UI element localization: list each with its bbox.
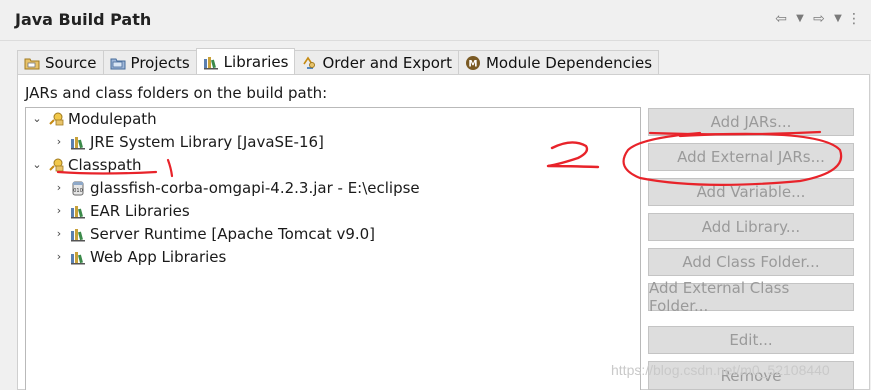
add-external-jars-button[interactable]: Add External JARs... bbox=[648, 143, 854, 171]
tab-bar: Source Projects Libraries Order and Expo… bbox=[17, 48, 660, 75]
add-jars-button[interactable]: Add JARs... bbox=[648, 108, 854, 136]
add-library-button[interactable]: Add Library... bbox=[648, 213, 854, 241]
jar-icon: 010 bbox=[72, 181, 84, 196]
edit-button[interactable]: Edit... bbox=[648, 326, 854, 354]
projects-icon bbox=[110, 58, 126, 69]
tree-item-glassfish-jar[interactable]: › 010 glassfish-corba-omgapi-4.2.3.jar -… bbox=[52, 177, 420, 199]
add-class-folder-button[interactable]: Add Class Folder... bbox=[648, 248, 854, 276]
library-icon bbox=[71, 229, 85, 242]
chevron-right-icon[interactable]: › bbox=[52, 135, 66, 149]
tab-order-and-export[interactable]: Order and Export bbox=[294, 50, 459, 74]
container-icon bbox=[49, 158, 64, 172]
tree-item-label: Server Runtime [Apache Tomcat v9.0] bbox=[90, 225, 376, 243]
page-title: Java Build Path bbox=[15, 10, 152, 29]
forward-dropdown-icon[interactable]: ▼ bbox=[833, 11, 843, 27]
dialog-header: Java Build Path ⇦ ▼ ⇨ ▼ ⋮ bbox=[0, 0, 871, 40]
library-icon bbox=[71, 137, 85, 150]
chevron-down-icon[interactable]: ⌄ bbox=[30, 112, 44, 126]
chevron-right-icon[interactable]: › bbox=[52, 227, 66, 241]
tree-item-label: Classpath bbox=[68, 156, 142, 174]
library-icon bbox=[71, 252, 85, 265]
tab-module-dependencies[interactable]: M Module Dependencies bbox=[457, 50, 660, 74]
tab-label: Projects bbox=[130, 53, 190, 72]
tab-label: Order and Export bbox=[322, 53, 452, 72]
add-external-class-folder-button[interactable]: Add External Class Folder... bbox=[648, 279, 854, 315]
view-menu-icon[interactable]: ⋮ bbox=[847, 11, 861, 27]
tree-item-jre-system-library[interactable]: › JRE System Library [JavaSE-16] bbox=[52, 131, 324, 153]
tree-item-classpath[interactable]: ⌄ Classpath bbox=[30, 154, 142, 176]
order-export-icon bbox=[303, 56, 316, 69]
tree-item-web-app-libraries[interactable]: › Web App Libraries bbox=[52, 246, 227, 268]
tab-source[interactable]: Source bbox=[17, 50, 104, 74]
chevron-right-icon[interactable]: › bbox=[52, 204, 66, 218]
tab-libraries[interactable]: Libraries bbox=[195, 48, 296, 74]
tree-item-label: JRE System Library [JavaSE-16] bbox=[90, 133, 324, 151]
source-folder-icon bbox=[24, 58, 40, 69]
tab-label: Module Dependencies bbox=[485, 53, 653, 72]
chevron-right-icon[interactable]: › bbox=[52, 250, 66, 264]
container-icon bbox=[49, 112, 64, 126]
back-arrow-icon[interactable]: ⇦ bbox=[771, 11, 791, 27]
back-dropdown-icon[interactable]: ▼ bbox=[795, 11, 805, 27]
tree-item-label: glassfish-corba-omgapi-4.2.3.jar - E:\ec… bbox=[90, 179, 420, 197]
tree-item-modulepath[interactable]: ⌄ Modulepath bbox=[30, 108, 157, 130]
build-path-tree[interactable]: ⌄ Modulepath › JRE System Library [JavaS… bbox=[25, 107, 641, 390]
header-divider bbox=[0, 40, 871, 41]
tree-item-server-runtime[interactable]: › Server Runtime [Apache Tomcat v9.0] bbox=[52, 223, 375, 245]
tab-projects[interactable]: Projects bbox=[102, 50, 197, 74]
module-icon: M bbox=[465, 55, 480, 70]
tree-item-label: Web App Libraries bbox=[90, 248, 227, 266]
header-nav: ⇦ ▼ ⇨ ▼ ⋮ bbox=[771, 11, 861, 27]
svg-text:010: 010 bbox=[73, 188, 83, 194]
tree-item-ear-libraries[interactable]: › EAR Libraries bbox=[52, 200, 190, 222]
tree-item-label: EAR Libraries bbox=[90, 202, 190, 220]
tree-item-label: Modulepath bbox=[68, 110, 157, 128]
watermark-text: https://blog.csdn.net/m0_52108440 bbox=[611, 362, 830, 378]
library-icon bbox=[71, 206, 85, 219]
chevron-right-icon[interactable]: › bbox=[52, 181, 66, 195]
tab-label: Libraries bbox=[223, 52, 289, 71]
add-variable-button[interactable]: Add Variable... bbox=[648, 178, 854, 206]
tab-label: Source bbox=[45, 53, 97, 72]
svg-text:M: M bbox=[468, 59, 477, 69]
build-path-description: JARs and class folders on the build path… bbox=[25, 84, 328, 102]
libraries-icon bbox=[203, 56, 218, 69]
forward-arrow-icon[interactable]: ⇨ bbox=[809, 11, 829, 27]
chevron-down-icon[interactable]: ⌄ bbox=[30, 158, 44, 172]
